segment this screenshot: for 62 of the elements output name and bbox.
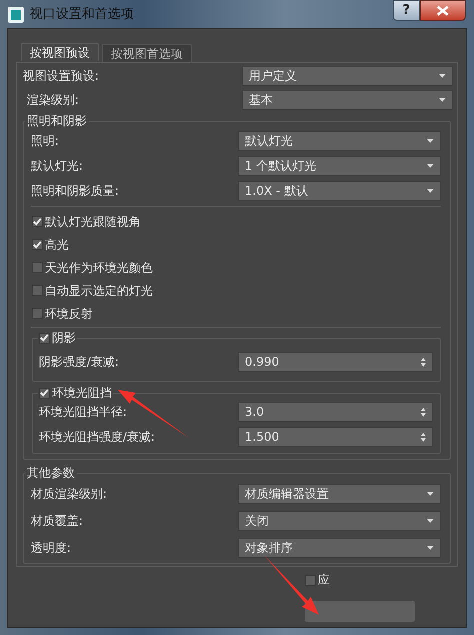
field-label: 照明和阴影质量: (31, 183, 120, 200)
dropdown[interactable]: 1.0X - 默认 (238, 181, 441, 201)
caret-icon (439, 74, 446, 78)
window-title: 视口设置和首选项 (30, 6, 134, 24)
group-title: 照明和阴影 (27, 114, 87, 128)
field-label: 材质渲染级别: (31, 486, 108, 502)
spinner-arrows-icon (421, 432, 426, 442)
field-label: 渲染级别: (26, 92, 80, 109)
spinner-field[interactable]: 3.0 (238, 402, 433, 422)
group-title: 环境光阻挡 (52, 385, 112, 402)
caret-icon (427, 139, 434, 143)
field-label: 阴影强度/衰减: (39, 354, 120, 371)
check-icon (33, 240, 42, 248)
spinner-field[interactable]: 0.990 (238, 352, 433, 372)
checkbox[interactable] (32, 239, 43, 250)
checkbox[interactable] (39, 388, 50, 398)
caret-icon (427, 189, 434, 193)
check-icon (33, 218, 42, 226)
app-icon (8, 6, 24, 23)
field-label: 环境光阻挡半径: (39, 404, 128, 421)
field-label: 透明度: (31, 540, 72, 556)
field-label: 视图设置预设: (23, 68, 100, 85)
caret-icon (427, 492, 434, 496)
caret-icon (427, 164, 434, 168)
group-title: 阴影 (52, 330, 76, 347)
checkbox[interactable] (305, 574, 316, 586)
dropdown[interactable]: 1 个默认灯光 (238, 156, 441, 176)
help-button[interactable]: ? (393, 0, 420, 21)
check-icon (40, 389, 49, 397)
dropdown[interactable]: 基本 (242, 90, 453, 110)
caret-icon (439, 98, 446, 102)
group-title: 其他参数 (27, 466, 75, 480)
close-icon (437, 6, 449, 16)
dropdown[interactable]: 默认灯光 (238, 131, 441, 151)
checkbox-label: 应 (318, 572, 330, 589)
checkbox-label: 高光 (45, 236, 69, 254)
checkbox[interactable] (39, 332, 50, 344)
field-label: 材质覆盖: (31, 512, 84, 530)
dropdown[interactable]: 对象排序 (238, 538, 441, 558)
checkbox-label: 自动显示选定的灯光 (45, 282, 153, 300)
checkbox-label: 默认灯光跟随视角 (45, 214, 141, 230)
field-label: 默认灯光: (31, 158, 84, 175)
close-button[interactable] (420, 0, 466, 21)
spinner-field[interactable]: 1.500 (238, 427, 433, 447)
field-label: 照明: (31, 133, 60, 150)
dropdown[interactable]: 材质编辑器设置 (238, 484, 441, 504)
field-label: 环境光阻挡强度/衰减: (39, 429, 156, 446)
checkbox[interactable] (32, 308, 43, 319)
checkbox[interactable] (32, 285, 43, 296)
tab[interactable]: 按视图预设 (21, 43, 99, 61)
checkbox-label: 天光作为环境光颜色 (45, 260, 153, 276)
checkbox[interactable] (32, 262, 43, 273)
dropdown[interactable]: 关闭 (238, 510, 441, 530)
checkbox[interactable] (32, 216, 43, 227)
checkbox-label: 环境反射 (45, 306, 93, 322)
spinner-arrows-icon (421, 358, 426, 366)
caret-icon (427, 546, 434, 550)
tab[interactable]: 按视图首选项 (102, 44, 192, 62)
dropdown[interactable]: 用户定义 (242, 66, 453, 86)
spinner-arrows-icon (421, 408, 426, 416)
caret-icon (427, 518, 434, 522)
check-icon (40, 334, 49, 342)
